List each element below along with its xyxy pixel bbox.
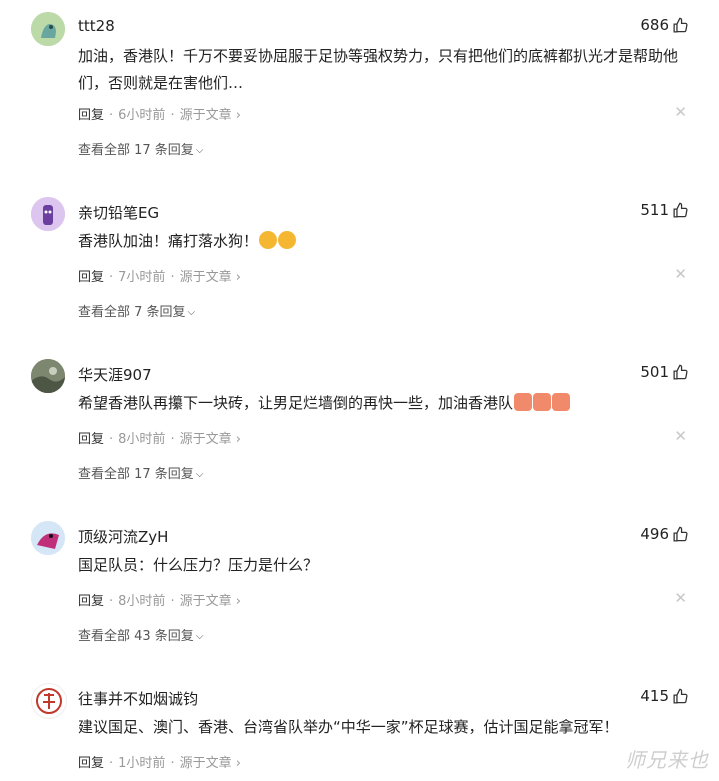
reply-button[interactable]: 回复	[78, 270, 104, 285]
chevron-right-icon: ›	[235, 108, 241, 123]
thumbs-up-icon	[673, 364, 688, 380]
laughing-emoji-icon	[259, 231, 278, 249]
username[interactable]: 亲切铅笔EG	[78, 202, 159, 223]
thumbs-up-icon	[673, 202, 688, 218]
comment-text: 加油，香港队！千万不要妥协屈服于足协等强权势力，只有把他们的底裤都扒光才是帮助他…	[78, 47, 679, 92]
source-link[interactable]: 源于文章 ›	[180, 756, 241, 771]
like-count: 501	[640, 363, 669, 381]
thumbs-up-icon	[673, 17, 688, 33]
comment-text: 国足队员：什么压力？压力是什么？	[78, 556, 319, 574]
chevron-right-icon: ›	[235, 594, 241, 609]
like-button[interactable]: 501	[640, 363, 689, 381]
reply-button[interactable]: 回复	[78, 432, 104, 447]
view-replies-button[interactable]: 查看全部 43 条回复 ⌵	[78, 625, 203, 644]
username[interactable]: ttt28	[78, 17, 115, 35]
chevron-right-icon: ›	[235, 756, 241, 771]
avatar[interactable]	[31, 521, 65, 555]
avatar[interactable]	[31, 12, 65, 46]
comment-meta: 回复 · 8小时前 · 源于文章 ›	[78, 432, 241, 447]
source-link[interactable]: 源于文章 ›	[180, 432, 241, 447]
comment-text: 希望香港队再攥下一块砖，让男足烂墙倒的再快一些，加油香港队	[78, 390, 698, 417]
close-icon[interactable]: ✕	[674, 427, 687, 445]
avatar[interactable]	[31, 197, 65, 231]
like-button[interactable]: 686	[640, 16, 689, 34]
thumbs-up-icon	[673, 688, 688, 704]
avatar[interactable]	[31, 359, 65, 393]
like-button[interactable]: 511	[640, 201, 689, 219]
source-link[interactable]: 源于文章 ›	[180, 108, 241, 123]
username[interactable]: 往事并不如烟诚钧	[78, 688, 198, 709]
like-count: 686	[640, 16, 669, 34]
cheer-sticker-icon	[552, 393, 571, 411]
close-icon[interactable]: ✕	[674, 103, 687, 121]
timestamp: 8小时前	[118, 432, 166, 447]
avatar[interactable]	[31, 683, 67, 719]
view-replies-button[interactable]: 查看全部 17 条回复 ⌵	[78, 463, 203, 482]
comment-text: 建议国足、澳门、香港、台湾省队举办“中华一家”杯足球赛，估计国足能拿冠军！	[78, 718, 619, 736]
like-button[interactable]: 496	[640, 525, 689, 543]
like-count: 511	[640, 201, 669, 219]
cheer-sticker-icon	[533, 393, 552, 411]
chevron-down-icon: ⌵	[195, 631, 204, 642]
close-icon[interactable]: ✕	[674, 265, 687, 283]
chevron-down-icon: ⌵	[195, 469, 204, 480]
source-link[interactable]: 源于文章 ›	[180, 270, 241, 285]
reply-button[interactable]: 回复	[78, 756, 104, 771]
view-replies-button[interactable]: 查看全部 17 条回复 ⌵	[78, 139, 203, 158]
reply-button[interactable]: 回复	[78, 108, 104, 123]
close-icon[interactable]: ✕	[674, 589, 687, 607]
like-button[interactable]: 415	[640, 687, 689, 705]
laughing-emoji-icon	[278, 231, 297, 249]
chevron-right-icon: ›	[235, 270, 241, 285]
comment-text: 香港队加油！痛打落水狗！	[78, 228, 698, 255]
comment-meta: 回复 · 7小时前 · 源于文章 ›	[78, 270, 241, 285]
chevron-down-icon: ⌵	[195, 145, 204, 156]
comment-meta: 回复 · 1小时前 · 源于文章 ›	[78, 756, 241, 771]
like-count: 415	[640, 687, 669, 705]
timestamp: 1小时前	[118, 756, 166, 771]
like-count: 496	[640, 525, 669, 543]
source-link[interactable]: 源于文章 ›	[180, 594, 241, 609]
timestamp: 6小时前	[118, 108, 166, 123]
comment-meta: 回复 · 8小时前 · 源于文章 ›	[78, 594, 241, 609]
watermark: 师兄来也	[625, 748, 709, 772]
reply-button[interactable]: 回复	[78, 594, 104, 609]
cheer-sticker-icon	[514, 393, 533, 411]
username[interactable]: 顶级河流ZyH	[78, 526, 168, 547]
timestamp: 7小时前	[118, 270, 166, 285]
comment-meta: 回复 · 6小时前 · 源于文章 ›	[78, 108, 241, 123]
chevron-down-icon: ⌵	[187, 307, 196, 318]
username[interactable]: 华天涯907	[78, 364, 152, 385]
thumbs-up-icon	[673, 526, 688, 542]
chevron-right-icon: ›	[235, 432, 241, 447]
view-replies-button[interactable]: 查看全部 7 条回复 ⌵	[78, 301, 195, 320]
timestamp: 8小时前	[118, 594, 166, 609]
